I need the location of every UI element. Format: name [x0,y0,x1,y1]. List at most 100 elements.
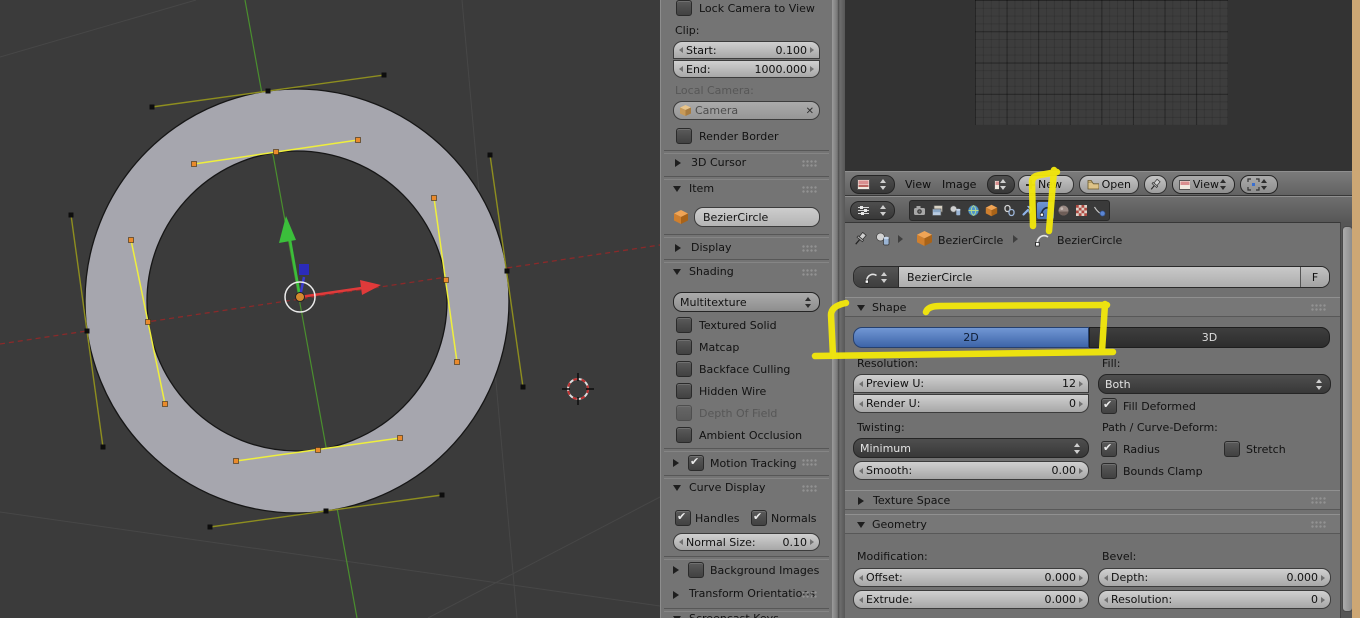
twist-smooth-slider[interactable]: Smooth: 0.00 [853,461,1089,480]
viewport-3d[interactable] [0,0,660,618]
increment-arrow-icon[interactable] [1079,381,1083,387]
local-camera-field[interactable]: Camera [673,101,820,120]
offset-slider[interactable]: Offset: 0.000 [853,568,1089,587]
geometry-section-header[interactable]: Geometry [845,514,1340,534]
collapse-triangle-icon[interactable] [673,186,681,192]
image-editor-viewport[interactable] [845,0,1352,171]
clip-start-slider[interactable]: Start: 0.100 [673,41,820,59]
panel-grip[interactable] [1311,304,1326,311]
panel-grip[interactable] [1311,521,1326,528]
collapse-triangle-icon[interactable] [857,305,865,311]
panel-header-curve-display[interactable]: Curve Display [689,481,766,494]
hidden-wire-checkbox[interactable] [676,383,692,399]
tab-object[interactable] [983,202,1000,219]
increment-arrow-icon[interactable] [1079,575,1083,581]
z-axis-handle[interactable] [299,264,309,275]
panel-grip[interactable] [802,591,817,598]
editor-splitter[interactable] [832,0,845,618]
expand-triangle-icon[interactable] [673,566,679,574]
panel-header-display[interactable]: Display [691,241,732,254]
panel-header-3d-cursor[interactable]: 3D Cursor [691,156,746,169]
expand-triangle-icon[interactable] [675,159,681,167]
bevel-resolution-slider[interactable]: Resolution: 0 [1098,590,1331,609]
curve-datablock-dropdown[interactable] [854,267,899,287]
panel-header-item[interactable]: Item [689,182,714,195]
increment-arrow-icon[interactable] [1321,597,1325,603]
tab-texture[interactable] [1073,202,1090,219]
pin-icon[interactable] [853,231,869,247]
curve-data-icon[interactable] [1034,231,1050,247]
tab-render-layers[interactable] [929,202,946,219]
pin-button[interactable] [1144,175,1167,194]
render-u-slider[interactable]: Render U: 0 [853,394,1089,413]
pivot-dropdown[interactable] [1240,175,1278,194]
increment-arrow-icon[interactable] [1321,575,1325,581]
tab-material[interactable] [1055,202,1072,219]
increment-arrow-icon[interactable] [810,47,814,53]
tab-constraints[interactable] [1001,202,1018,219]
panel-grip[interactable] [1311,497,1326,504]
tab-world[interactable] [965,202,982,219]
panel-header-screencast-keys[interactable]: Screencast Keys [689,612,779,618]
tab-render[interactable] [911,202,928,219]
increment-arrow-icon[interactable] [1079,468,1083,474]
item-name-field[interactable]: BezierCircle [694,207,820,227]
shape-2d-button[interactable]: 2D [853,327,1089,348]
textured-solid-checkbox[interactable] [676,317,692,333]
fill-mode-dropdown[interactable]: Both [1098,374,1331,394]
expand-triangle-icon[interactable] [675,244,681,252]
shape-3d-button[interactable]: 3D [1089,327,1330,348]
bevel-depth-slider[interactable]: Depth: 0.000 [1098,568,1331,587]
tab-scene[interactable] [947,202,964,219]
tab-physics[interactable] [1091,202,1108,219]
expand-triangle-icon[interactable] [858,497,864,505]
tab-object-data[interactable] [1037,202,1054,219]
increment-arrow-icon[interactable] [1079,401,1083,407]
editor-type-dropdown[interactable] [850,201,895,220]
view-mode-dropdown[interactable]: View [1172,175,1235,194]
datablock-name-field[interactable]: BezierCircle [899,267,1300,287]
editor-type-dropdown[interactable] [850,175,895,194]
handles-checkbox[interactable] [675,510,691,526]
expand-triangle-icon[interactable] [673,459,679,467]
render-border-checkbox[interactable] [676,128,692,144]
menu-image[interactable]: Image [942,178,976,191]
backface-culling-checkbox[interactable] [676,361,692,377]
stretch-checkbox[interactable] [1224,441,1240,457]
preview-u-slider[interactable]: Preview U: 12 [853,374,1089,393]
breadcrumb-data-name[interactable]: BezierCircle [1057,234,1122,247]
increment-arrow-icon[interactable] [810,539,814,545]
tab-modifiers[interactable] [1019,202,1036,219]
panel-header-shading[interactable]: Shading [689,265,734,278]
breadcrumb-object-name[interactable]: BezierCircle [938,234,1003,247]
panel-grip[interactable] [802,160,817,167]
twist-method-dropdown[interactable]: Minimum [853,438,1089,458]
lock-camera-checkbox[interactable] [676,0,692,16]
panel-grip[interactable] [802,485,817,492]
panel-header-motion-tracking[interactable]: Motion Tracking [710,457,797,470]
collapse-triangle-icon[interactable] [673,269,681,275]
fake-user-button[interactable]: F [1300,267,1329,287]
radius-checkbox[interactable] [1101,441,1117,457]
panel-header-transform-orientations[interactable]: Transform Orientations [689,587,815,600]
panel-grip[interactable] [802,459,817,466]
shading-mode-dropdown[interactable]: Multitexture [673,292,820,312]
open-image-button[interactable]: Open [1079,175,1139,194]
panel-grip[interactable] [802,245,817,252]
scene-icon[interactable] [875,231,891,247]
panel-grip[interactable] [802,186,817,193]
clip-end-slider[interactable]: End: 1000.000 [673,60,820,78]
object-cube-icon[interactable] [916,230,933,247]
increment-arrow-icon[interactable] [810,66,814,72]
new-image-button[interactable]: New [1018,175,1074,194]
expand-triangle-icon[interactable] [673,591,679,599]
normals-checkbox[interactable] [751,510,767,526]
image-browse-dropdown[interactable] [987,175,1015,194]
background-images-checkbox[interactable] [688,562,704,578]
collapse-triangle-icon[interactable] [673,485,681,491]
panel-header-background-images[interactable]: Background Images [710,564,819,577]
panel-grip[interactable] [802,269,817,276]
ambient-occlusion-checkbox[interactable] [676,427,692,443]
matcap-checkbox[interactable] [676,339,692,355]
motion-tracking-checkbox[interactable] [688,455,704,471]
